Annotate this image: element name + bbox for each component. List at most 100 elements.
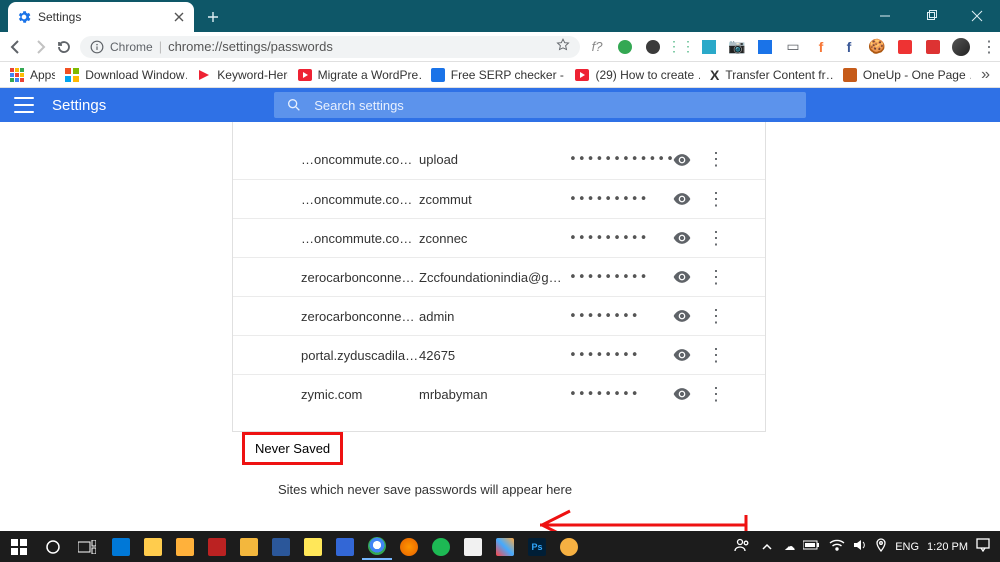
show-password-button[interactable] (665, 228, 699, 248)
new-tab-button[interactable] (200, 4, 226, 30)
show-password-button[interactable] (665, 306, 699, 326)
settings-title: Settings (52, 97, 106, 114)
bookmark-label: OneUp - One Page … (863, 68, 971, 82)
reload-button[interactable] (56, 37, 72, 57)
bookmark-item[interactable]: Download Window… (65, 67, 187, 83)
taskbar-app-ads[interactable] (330, 534, 360, 560)
ext-cookie-icon[interactable]: 🍪 (868, 38, 886, 56)
people-icon[interactable] (734, 537, 750, 556)
password-more-button[interactable]: ⋮ (699, 384, 733, 405)
password-more-button[interactable]: ⋮ (699, 189, 733, 210)
show-password-button[interactable] (665, 384, 699, 404)
taskbar-app-spotify[interactable] (426, 534, 456, 560)
password-row: zymic.commrbabyman••••••••⋮ (233, 374, 765, 413)
ext-green-dot-icon[interactable] (616, 38, 634, 56)
profile-avatar-icon[interactable] (952, 38, 970, 56)
window-minimize-button[interactable] (862, 0, 908, 32)
ext-g-icon[interactable] (924, 38, 942, 56)
password-site[interactable]: zymic.com (301, 387, 419, 402)
password-site[interactable]: zerocarbonconnect.org (301, 309, 419, 324)
taskbar-app-other[interactable] (554, 534, 584, 560)
taskbar-app-edge[interactable] (106, 534, 136, 560)
taskbar-app-photoshop[interactable]: Ps (522, 534, 552, 560)
show-password-button[interactable] (665, 189, 699, 209)
wifi-icon[interactable] (829, 539, 845, 554)
taskbar-app-notepad[interactable] (458, 534, 488, 560)
bookmark-item[interactable]: Keyword-Hero (197, 67, 287, 83)
settings-header: Settings Search settings (0, 88, 1000, 122)
cortana-button[interactable] (38, 534, 68, 560)
tray-chevron-up-icon[interactable] (758, 534, 776, 560)
ext-facebook2-icon[interactable]: f (840, 38, 858, 56)
location-icon[interactable] (875, 538, 887, 555)
ext-teal-square-icon[interactable] (700, 38, 718, 56)
clock[interactable]: 1:20 PM (927, 541, 968, 553)
password-username: Zccfoundationindia@gmail.c… (419, 270, 569, 285)
settings-search-input[interactable]: Search settings (274, 92, 806, 118)
password-row: portal.zyduscadila.com42675••••••••⋮ (233, 335, 765, 374)
browser-menu-icon[interactable]: ⋮ (980, 38, 998, 56)
forward-button[interactable] (32, 37, 48, 57)
ext-facebook-icon[interactable]: f (812, 38, 830, 56)
bookmark-label: Transfer Content fr… (725, 68, 833, 82)
show-password-button[interactable] (665, 345, 699, 365)
password-site[interactable]: …oncommute.com:2082 (301, 152, 419, 167)
taskbar-app-firefox[interactable] (394, 534, 424, 560)
password-more-button[interactable]: ⋮ (699, 345, 733, 366)
task-view-button[interactable] (72, 534, 102, 560)
window-close-button[interactable] (954, 0, 1000, 32)
password-site[interactable]: …oncommute.com:2082 (301, 231, 419, 246)
ext-dark-circle-icon[interactable] (644, 38, 662, 56)
language-indicator[interactable]: ENG (895, 541, 919, 553)
tab-close-icon[interactable] (172, 10, 186, 24)
bookmarks-overflow-icon[interactable]: » (981, 66, 990, 84)
password-more-button[interactable]: ⋮ (699, 228, 733, 249)
bookmark-item[interactable]: Free SERP checker -… (431, 67, 566, 83)
x-letter-icon: X (710, 67, 719, 83)
bookmarks-apps[interactable]: Apps (10, 67, 55, 83)
ext-grid-icon[interactable]: ⋮⋮ (672, 38, 690, 56)
taskbar-app-folder[interactable] (234, 534, 264, 560)
window-maximize-button[interactable] (908, 0, 954, 32)
password-more-button[interactable]: ⋮ (699, 306, 733, 327)
taskbar-app-store[interactable] (170, 534, 200, 560)
battery-icon[interactable] (803, 540, 821, 553)
bookmark-label: (29) How to create … (595, 68, 700, 82)
tab-strip: Settings (0, 0, 226, 32)
action-center-icon[interactable] (976, 538, 990, 555)
taskbar-app-chrome[interactable] (362, 534, 392, 560)
volume-icon[interactable] (853, 538, 867, 555)
password-row: …oncommute.com:2082zconnec•••••••••⋮ (233, 218, 765, 257)
ext-adblock-icon[interactable] (896, 38, 914, 56)
onedrive-icon[interactable]: ☁ (784, 540, 795, 553)
never-saved-empty-message: Sites which never save passwords will ap… (278, 482, 572, 497)
show-password-button[interactable] (665, 150, 699, 170)
taskbar-app-explorer[interactable] (138, 534, 168, 560)
ext-camera-icon[interactable]: 📷 (728, 38, 746, 56)
ext-video-icon[interactable]: ▭ (784, 38, 802, 56)
password-site[interactable]: zerocarbonconnect.org (301, 270, 419, 285)
password-site[interactable]: …oncommute.com:2082 (301, 192, 419, 207)
taskbar-app-paint[interactable] (490, 534, 520, 560)
taskbar-app-sticky[interactable] (298, 534, 328, 560)
taskbar-app-word[interactable] (266, 534, 296, 560)
back-button[interactable] (8, 37, 24, 57)
password-site[interactable]: portal.zyduscadila.com (301, 348, 419, 363)
ext-blue-bars-icon[interactable] (756, 38, 774, 56)
tab-title: Settings (38, 10, 166, 24)
password-more-button[interactable]: ⋮ (699, 149, 733, 170)
bookmark-item[interactable]: X Transfer Content fr… (710, 67, 833, 83)
bookmark-item[interactable]: OneUp - One Page … (843, 67, 971, 83)
taskbar-app-filezilla[interactable] (202, 534, 232, 560)
start-button[interactable] (4, 534, 34, 560)
bookmark-star-icon[interactable] (556, 38, 570, 55)
password-more-button[interactable]: ⋮ (699, 267, 733, 288)
browser-tab-active[interactable]: Settings (8, 2, 194, 32)
password-username: 42675 (419, 348, 569, 363)
show-password-button[interactable] (665, 267, 699, 287)
ext-f-question-icon[interactable]: f? (588, 38, 606, 56)
bookmark-item[interactable]: Migrate a WordPre… (298, 67, 421, 83)
settings-menu-button[interactable] (14, 97, 34, 113)
address-bar[interactable]: Chrome | chrome://settings/passwords (80, 36, 580, 58)
bookmark-item[interactable]: (29) How to create … (575, 67, 700, 83)
